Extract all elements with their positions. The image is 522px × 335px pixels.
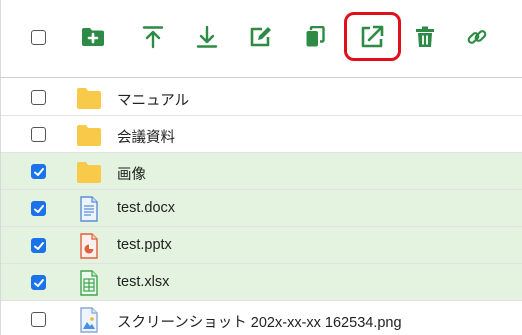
upload-icon[interactable] xyxy=(139,22,167,52)
download-icon[interactable] xyxy=(193,22,221,52)
folder-icon xyxy=(77,122,101,148)
list-item[interactable]: 会議資料 xyxy=(1,116,522,153)
row-checkbox[interactable] xyxy=(31,275,46,290)
row-checkbox[interactable] xyxy=(31,90,46,105)
new-folder-icon[interactable] xyxy=(79,22,107,52)
row-checkbox[interactable] xyxy=(31,201,46,216)
link-icon[interactable] xyxy=(463,22,491,52)
list-item[interactable]: 画像 xyxy=(1,153,522,190)
list-item[interactable]: test.pptx xyxy=(1,227,522,264)
file-name[interactable]: スクリーンショット 202x-xx-xx 162534.png xyxy=(117,311,402,332)
folder-icon xyxy=(77,85,101,111)
file-manager: マニュアル 会議資料 画像 test.docx test.pptx test.x… xyxy=(0,0,522,335)
pptx-file-icon xyxy=(77,233,101,259)
select-all-checkbox[interactable] xyxy=(31,30,46,45)
list-item[interactable]: test.docx xyxy=(1,190,522,227)
highlight-box xyxy=(344,12,401,61)
list-item[interactable]: スクリーンショット 202x-xx-xx 162534.png xyxy=(1,301,522,335)
docx-file-icon xyxy=(77,196,101,222)
row-checkbox[interactable] xyxy=(31,164,46,179)
image-file-icon xyxy=(77,307,101,333)
file-name[interactable]: test.docx xyxy=(117,200,175,216)
xlsx-file-icon xyxy=(77,270,101,296)
file-name[interactable]: test.xlsx xyxy=(117,274,169,290)
folder-icon xyxy=(77,159,101,185)
file-name[interactable]: test.pptx xyxy=(117,237,172,253)
toolbar xyxy=(1,0,522,78)
row-checkbox[interactable] xyxy=(31,127,46,142)
file-name[interactable]: 会議資料 xyxy=(117,126,175,147)
delete-icon[interactable] xyxy=(411,22,439,52)
row-checkbox[interactable] xyxy=(31,238,46,253)
file-name[interactable]: 画像 xyxy=(117,163,146,184)
list-item[interactable]: test.xlsx xyxy=(1,264,522,301)
file-name[interactable]: マニュアル xyxy=(117,89,189,110)
rename-icon[interactable] xyxy=(247,22,275,52)
file-list: マニュアル 会議資料 画像 test.docx test.pptx test.x… xyxy=(1,79,522,335)
row-checkbox[interactable] xyxy=(31,312,46,327)
list-item[interactable]: マニュアル xyxy=(1,79,522,116)
copy-icon[interactable] xyxy=(301,22,329,52)
